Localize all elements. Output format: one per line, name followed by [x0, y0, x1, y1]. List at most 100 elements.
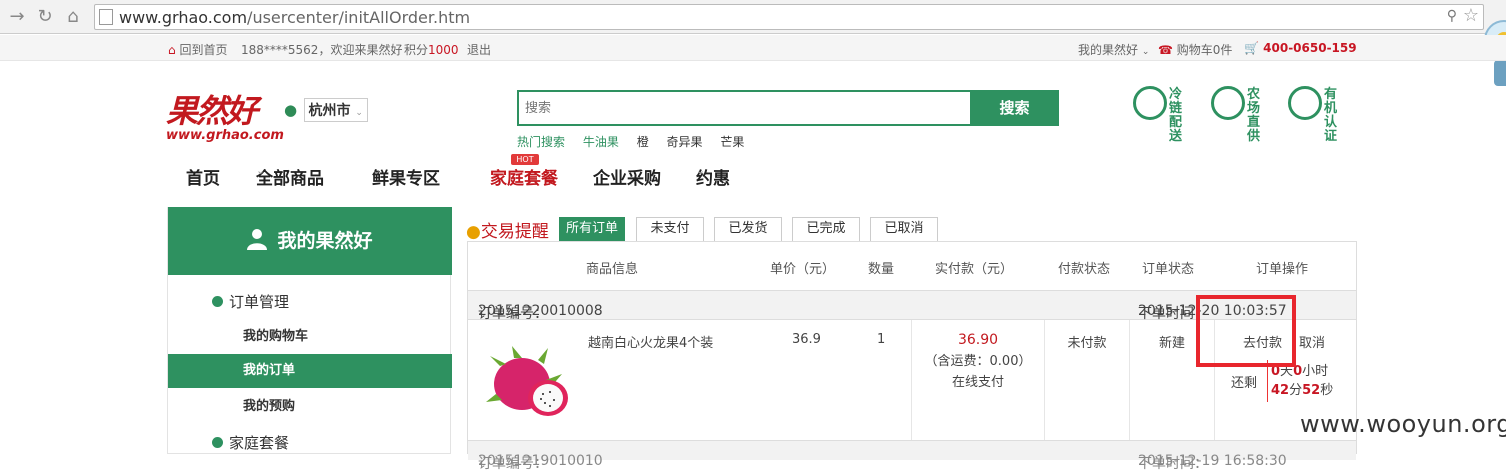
- lightbulb-icon: ●: [466, 222, 481, 242]
- badge-line: 有机: [1324, 87, 1338, 116]
- trade-reminder: ●交易提醒: [466, 217, 549, 242]
- points-value: 1000: [428, 43, 459, 57]
- col-actions: 订单操作: [1256, 262, 1309, 277]
- section-label: 家庭套餐: [229, 434, 290, 452]
- pay-status: 未付款: [1067, 336, 1107, 351]
- hot-search-item[interactable]: 奇异果: [667, 135, 703, 149]
- chevron-down-icon: ⌄: [355, 108, 363, 118]
- chevron-down-icon: ⌄: [696, 164, 706, 177]
- sidebar: 我的果然好 订单管理 我的购物车 我的订单 我的预购 家庭套餐: [167, 207, 452, 454]
- nav-home[interactable]: 首页: [186, 164, 220, 189]
- search-box: 搜索: [517, 90, 1059, 126]
- browser-toolbar: → ↻ ⌂ www.grhao.com/usercenter/initAllOr…: [0, 0, 1506, 34]
- col-paid: 实付款（元）: [935, 262, 1014, 277]
- search-input[interactable]: [519, 92, 969, 124]
- order-number-value: 20151220010008: [478, 303, 603, 319]
- hotline-number: 400-0650-159: [1263, 41, 1357, 55]
- paid-cell: 36.90 （含运费：0.00） 在线支付: [911, 320, 1044, 440]
- search-button[interactable]: 搜索: [970, 90, 1059, 126]
- col-product: 商品信息: [586, 262, 639, 277]
- location-pin-icon: ●: [284, 101, 298, 119]
- star-icon[interactable]: ☆: [1463, 5, 1479, 26]
- badge-line: 农场: [1247, 87, 1261, 116]
- home-link[interactable]: ⌂ 回到首页: [168, 41, 227, 58]
- extension-tab[interactable]: [1494, 60, 1506, 86]
- hot-search-item[interactable]: 橙: [637, 135, 649, 149]
- phone-icon: ☎: [1158, 43, 1173, 57]
- cancel-order-button[interactable]: 取消: [1299, 332, 1325, 351]
- house-icon: ⌂: [168, 43, 176, 57]
- nav-label: 鲜果专区: [372, 169, 440, 189]
- hot-badge: HOT: [511, 154, 539, 165]
- sidebar-section-family: 家庭套餐: [212, 432, 289, 453]
- trade-reminder-label: 交易提醒: [480, 222, 549, 242]
- section-label: 订单管理: [229, 293, 290, 311]
- back-icon[interactable]: →: [6, 6, 28, 28]
- highlight-box: [1196, 295, 1296, 367]
- sidebar-title: 我的果然好: [277, 230, 373, 252]
- remaining-label: 还剩: [1231, 376, 1258, 391]
- sidebar-item-my-orders[interactable]: 我的订单: [168, 354, 452, 388]
- logout-link[interactable]: 退出: [467, 41, 491, 58]
- welcome-text: 188****5562，欢迎来果然好: [241, 43, 403, 57]
- price-cell: 36.9: [768, 320, 848, 440]
- badge-line: 配送: [1169, 115, 1183, 144]
- product-image-dragonfruit[interactable]: [486, 344, 574, 422]
- sidebar-section-orders: 订单管理: [212, 291, 289, 312]
- key-icon[interactable]: ⚲: [1447, 8, 1457, 24]
- points-label: 积分: [404, 43, 429, 57]
- shipping-fee: （含运费：0.00）: [924, 354, 1032, 369]
- logo-url: www.grhao.com: [166, 128, 284, 143]
- url-path: /usercenter/initAllOrder.htm: [247, 8, 471, 27]
- sidebar-item-cart[interactable]: 我的购物车: [168, 320, 452, 354]
- table-header: 商品信息 单价（元） 数量 实付款（元） 付款状态 订单状态 订单操作: [468, 242, 1356, 290]
- badge-line: 冷链: [1169, 87, 1183, 116]
- badge-line: 直供: [1247, 115, 1261, 144]
- countdown-seconds: 52: [1302, 383, 1321, 398]
- nav-enterprise[interactable]: 企业采购: [593, 164, 661, 189]
- qty-cell: 1: [848, 320, 911, 440]
- tab-cancelled[interactable]: 已取消: [870, 217, 938, 241]
- my-account-label: 我的果然好: [1078, 43, 1139, 57]
- hotline: 🛒 400-0650-159: [1244, 41, 1357, 55]
- nav-label: 全部商品: [256, 169, 324, 189]
- chevron-down-icon: ⌄: [256, 164, 266, 177]
- order-number-value: 20151219010010: [478, 453, 603, 469]
- tab-all-orders[interactable]: 所有订单: [559, 217, 625, 241]
- hot-searches: 热门搜索 牛油果 橙 奇异果 芒果: [517, 133, 758, 150]
- nav-family-package[interactable]: 家庭套餐: [490, 164, 558, 189]
- hot-search-label: 热门搜索: [517, 135, 566, 149]
- home-icon[interactable]: ⌂: [62, 6, 84, 28]
- col-price: 单价（元）: [770, 262, 836, 277]
- reload-icon[interactable]: ↻: [34, 6, 56, 28]
- points: 积分1000: [404, 41, 459, 58]
- cart-link[interactable]: ☎ 购物车0件: [1158, 41, 1232, 58]
- pay-status-cell: 未付款: [1044, 320, 1129, 440]
- address-bar[interactable]: www.grhao.com/usercenter/initAllOrder.ht…: [94, 4, 1484, 30]
- logo-text: 果然好: [166, 92, 258, 130]
- tab-completed[interactable]: 已完成: [792, 217, 860, 241]
- tab-shipped[interactable]: 已发货: [714, 217, 782, 241]
- badge-line: 认证: [1324, 115, 1338, 144]
- site-logo[interactable]: 果然好 www.grhao.com: [166, 86, 284, 144]
- pay-method: 在线支付: [951, 375, 1004, 390]
- chevron-down-icon: ⌄: [372, 164, 382, 177]
- sidebar-item-preorders[interactable]: 我的预购: [168, 390, 452, 424]
- cart-icon: 🛒: [1244, 41, 1259, 55]
- city-selector[interactable]: ● 杭州市 ⌄: [284, 98, 368, 122]
- order-time-value: 2015-12-19 16:58:30: [1138, 453, 1287, 469]
- chevron-down-icon: ⌄: [1141, 47, 1150, 57]
- tab-unpaid[interactable]: 未支付: [636, 217, 704, 241]
- my-account-menu[interactable]: 我的果然好 ⌄: [1078, 41, 1149, 58]
- watermark: www.wooyun.org: [1300, 410, 1506, 438]
- product-name[interactable]: 越南白心火龙果4个装: [588, 332, 713, 351]
- hot-search-item[interactable]: 牛油果: [583, 135, 619, 149]
- col-pay-status: 付款状态: [1058, 262, 1111, 277]
- order-header-row: 订单编号： 20151219010010 下单时间： 2015-12-19 16:5…: [468, 440, 1356, 472]
- hot-search-item[interactable]: 芒果: [720, 135, 744, 149]
- unit-price: 36.9: [792, 332, 821, 347]
- city-name: 杭州市: [308, 103, 351, 119]
- page-icon: [99, 9, 113, 25]
- home-link-label: 回到首页: [179, 43, 228, 57]
- col-qty: 数量: [868, 262, 895, 277]
